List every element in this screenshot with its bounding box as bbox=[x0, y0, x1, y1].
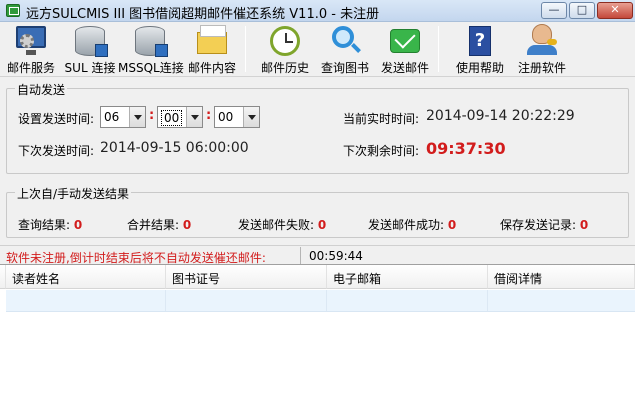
auto-send-title: 自动发送 bbox=[15, 81, 68, 98]
trial-countdown: 00:59:44 bbox=[309, 249, 363, 263]
send-mail-label: 发送邮件 bbox=[380, 61, 429, 75]
floppy-disk-icon bbox=[95, 44, 108, 57]
clock-icon bbox=[270, 26, 300, 56]
status-bar: 软件未注册,倒计时结束后将不自动发送催还邮件: 00:59:44 bbox=[0, 245, 635, 265]
database-icon bbox=[135, 26, 168, 57]
set-time-label: 设置发送时间: bbox=[18, 112, 95, 126]
send-mail-icon bbox=[390, 29, 420, 53]
toolbar-separator bbox=[245, 26, 246, 72]
query-books-button[interactable]: 查询图书 bbox=[316, 24, 374, 75]
next-send-value: 2014-09-15 06:00:00 bbox=[100, 140, 249, 156]
minute-value: 00 bbox=[161, 110, 183, 126]
next-send-label: 下次发送时间: bbox=[18, 144, 95, 158]
column-header-card-number[interactable]: 图书证号 bbox=[166, 265, 327, 289]
chevron-down-icon[interactable] bbox=[243, 107, 259, 127]
saved-records-count: 0 bbox=[579, 218, 589, 232]
column-header-borrow-details[interactable]: 借阅详情 bbox=[488, 265, 635, 289]
table-cell[interactable] bbox=[327, 290, 488, 311]
table-cell[interactable] bbox=[6, 290, 166, 311]
mssql-connect-label: MSSQL连接 bbox=[118, 61, 184, 75]
time-separator: : bbox=[206, 108, 212, 123]
sul-connect-button[interactable]: SUL 连接 bbox=[62, 24, 118, 75]
title-bar[interactable]: 远方SULCMIS III 图书借阅超期邮件催还系统 V11.0 - 未注册 —… bbox=[0, 0, 635, 22]
help-book-icon: ? bbox=[469, 26, 491, 56]
reader-grid[interactable]: 读者姓名 图书证号 电子邮箱 借阅详情 bbox=[0, 264, 635, 403]
mail-history-label: 邮件历史 bbox=[260, 61, 309, 75]
auto-send-group: 自动发送 bbox=[6, 81, 629, 174]
merge-result-count: 0 bbox=[182, 218, 192, 232]
table-row[interactable] bbox=[6, 290, 635, 312]
user-key-icon bbox=[527, 24, 557, 55]
mail-content-button[interactable]: 邮件内容 bbox=[184, 24, 240, 75]
database-icon bbox=[75, 26, 108, 57]
help-label: 使用帮助 bbox=[455, 61, 504, 75]
chevron-down-icon[interactable] bbox=[129, 107, 145, 127]
current-time-label: 当前实时时间: bbox=[343, 112, 420, 126]
merge-result-stat: 合并结果: 0 bbox=[127, 218, 192, 232]
send-fail-count: 0 bbox=[317, 218, 327, 232]
toolbar: 邮件服务 SUL 连接 MSSQL连接 邮件内容 邮件历史 查询图书 发送邮件 … bbox=[0, 22, 635, 77]
query-result-count: 0 bbox=[73, 218, 83, 232]
close-button[interactable]: ✕ bbox=[597, 2, 633, 19]
hour-select[interactable]: 06 bbox=[100, 106, 146, 128]
remaining-time-value: 09:37:30 bbox=[426, 139, 506, 158]
mail-service-button[interactable]: 邮件服务 bbox=[4, 24, 58, 75]
send-results-title: 上次自/手动发送结果 bbox=[15, 185, 132, 202]
window-title: 远方SULCMIS III 图书借阅超期邮件催还系统 V11.0 - 未注册 bbox=[26, 7, 380, 22]
query-result-stat: 查询结果: 0 bbox=[18, 218, 83, 232]
status-divider bbox=[300, 247, 301, 264]
chevron-down-icon[interactable] bbox=[186, 107, 202, 127]
floppy-disk-icon bbox=[155, 44, 168, 57]
second-select[interactable]: 00 bbox=[214, 106, 260, 128]
send-success-count: 0 bbox=[447, 218, 457, 232]
current-time-value: 2014-09-14 20:22:29 bbox=[426, 108, 575, 124]
column-header-reader-name[interactable]: 读者姓名 bbox=[6, 265, 166, 289]
minute-select[interactable]: 00 bbox=[157, 106, 203, 128]
query-books-label: 查询图书 bbox=[320, 61, 369, 75]
mail-service-label: 邮件服务 bbox=[6, 61, 55, 75]
search-icon bbox=[332, 26, 354, 48]
mail-content-label: 邮件内容 bbox=[187, 61, 236, 75]
help-button[interactable]: ? 使用帮助 bbox=[450, 24, 510, 75]
register-label: 注册软件 bbox=[517, 61, 566, 75]
maximize-button[interactable]: □ bbox=[569, 2, 595, 19]
key-icon bbox=[547, 39, 557, 45]
gear-icon bbox=[20, 34, 34, 48]
toolbar-separator bbox=[438, 26, 439, 72]
minimize-button[interactable]: — bbox=[541, 2, 567, 19]
column-header-email[interactable]: 电子邮箱 bbox=[327, 265, 488, 289]
sul-connect-label: SUL 连接 bbox=[64, 61, 116, 75]
send-mail-button[interactable]: 发送邮件 bbox=[376, 24, 434, 75]
envelope-icon bbox=[197, 25, 227, 54]
mssql-connect-button[interactable]: MSSQL连接 bbox=[118, 24, 184, 75]
send-fail-stat: 发送邮件失败: 0 bbox=[238, 218, 327, 232]
time-separator: : bbox=[149, 108, 155, 123]
mail-history-button[interactable]: 邮件历史 bbox=[256, 24, 314, 75]
remaining-time-label: 下次剩余时间: bbox=[343, 144, 420, 158]
register-button[interactable]: 注册软件 bbox=[512, 24, 572, 75]
hour-value: 06 bbox=[104, 110, 120, 124]
table-cell[interactable] bbox=[166, 290, 327, 311]
saved-records-stat: 保存发送记录: 0 bbox=[500, 218, 589, 232]
second-value: 00 bbox=[218, 110, 234, 124]
app-mail-icon bbox=[6, 4, 20, 17]
send-success-stat: 发送邮件成功: 0 bbox=[368, 218, 457, 232]
